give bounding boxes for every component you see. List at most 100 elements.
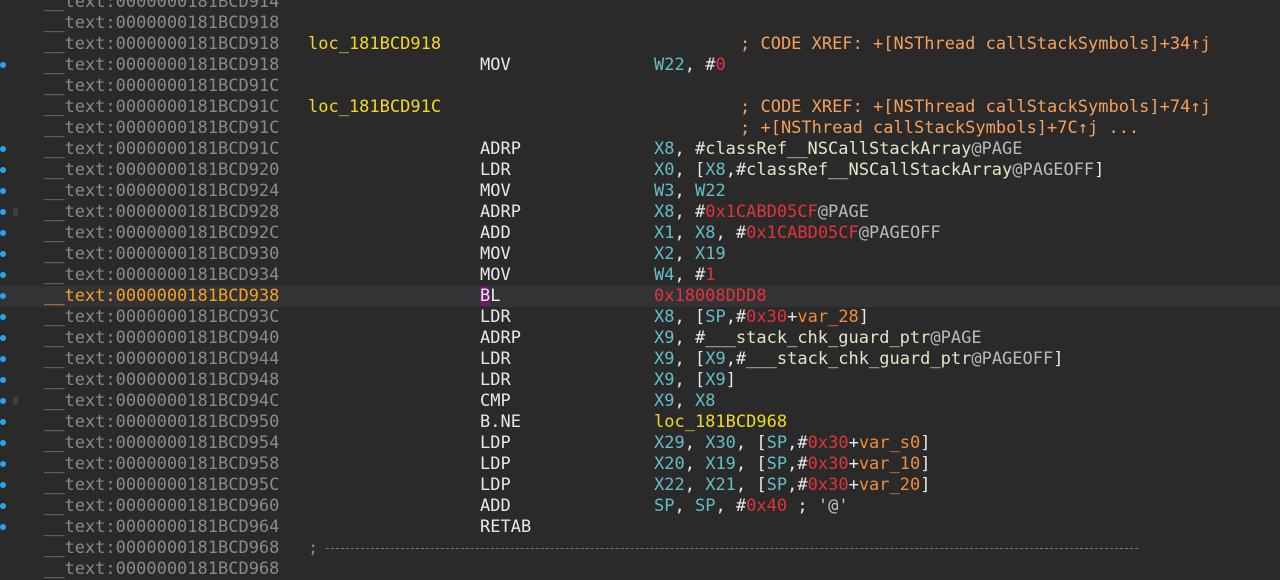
- line-address[interactable]: __text:0000000181BCD948: [44, 370, 279, 391]
- instruction-operands[interactable]: X9, #___stack_chk_guard_ptr@PAGE: [654, 328, 982, 349]
- instruction-mnemonic[interactable]: LDR: [480, 370, 511, 391]
- xref-comment[interactable]: ; CODE XREF: +[NSThread callStackSymbols…: [740, 34, 1211, 55]
- breakpoint-dot-icon[interactable]: [0, 230, 6, 236]
- instruction-operands[interactable]: 0x18008DDD8: [654, 286, 767, 307]
- instruction-operands[interactable]: X9, [X9,#___stack_chk_guard_ptr@PAGEOFF]: [654, 349, 1063, 370]
- line-address[interactable]: __text:0000000181BCD918: [44, 55, 279, 76]
- instruction-mnemonic[interactable]: ADRP: [480, 202, 521, 223]
- breakpoint-dot-icon[interactable]: [0, 146, 6, 152]
- breakpoint-dot-icon[interactable]: [0, 167, 6, 173]
- instruction-operands[interactable]: X9, X8: [654, 391, 715, 412]
- code-line[interactable]: __text:0000000181BCD920 LDR X0, [X8,#class…: [0, 160, 1280, 181]
- code-line[interactable]: __text:0000000181BCD91C: [0, 76, 1280, 97]
- code-line[interactable]: __text:0000000181BCD918: [0, 13, 1280, 34]
- code-line[interactable]: __text:0000000181BCD968: [0, 559, 1280, 580]
- instruction-mnemonic[interactable]: LDP: [480, 475, 511, 496]
- current-line[interactable]: __text:0000000181BCD938 BL 0x18008DDD8: [0, 286, 1280, 307]
- instruction-operands[interactable]: X22, X21, [SP,#0x30+var_20]: [654, 475, 930, 496]
- breakpoint-dot-icon[interactable]: [0, 377, 6, 383]
- instruction-mnemonic[interactable]: LDR: [480, 349, 511, 370]
- instruction-mnemonic[interactable]: MOV: [480, 55, 511, 76]
- line-address[interactable]: __text:0000000181BCD958: [44, 454, 279, 475]
- breakpoint-dot-icon[interactable]: [0, 503, 6, 509]
- breakpoint-dot-icon[interactable]: [0, 272, 6, 278]
- code-line[interactable]: __text:0000000181BCD964 RETAB: [0, 517, 1280, 538]
- line-address[interactable]: __text:0000000181BCD93C: [44, 307, 279, 328]
- line-address[interactable]: __text:0000000181BCD92C: [44, 223, 279, 244]
- code-line[interactable]: __text:0000000181BCD924 MOV W3, W22: [0, 181, 1280, 202]
- line-address[interactable]: __text:0000000181BCD91C: [44, 97, 279, 118]
- operand-token-call[interactable]: 0x18008DDD8: [654, 286, 767, 306]
- operand-token-sym[interactable]: ___stack_chk_guard_ptr: [746, 349, 971, 369]
- code-line[interactable]: __text:0000000181BCD948 LDR X9, [X9]: [0, 370, 1280, 391]
- code-label[interactable]: loc_181BCD918: [308, 34, 441, 55]
- line-address[interactable]: __text:0000000181BCD944: [44, 349, 279, 370]
- instruction-mnemonic[interactable]: BL: [480, 286, 501, 307]
- code-line[interactable]: __text:0000000181BCD934 MOV W4, #1: [0, 265, 1280, 286]
- breakpoint-dot-icon[interactable]: [0, 209, 6, 215]
- code-line[interactable]: __text:0000000181BCD960 ADD SP, SP, #0x40 …: [0, 496, 1280, 517]
- code-line[interactable]: __text:0000000181BCD918 loc_181BCD918 ; CO…: [0, 34, 1280, 55]
- line-address[interactable]: __text:0000000181BCD94C: [44, 391, 279, 412]
- instruction-operands[interactable]: X8, #classRef__NSCallStackArray@PAGE: [654, 139, 1023, 160]
- code-line[interactable]: __text:0000000181BCD91C loc_181BCD91C ; CO…: [0, 97, 1280, 118]
- line-address[interactable]: __text:0000000181BCD954: [44, 433, 279, 454]
- instruction-operands[interactable]: X29, X30, [SP,#0x30+var_s0]: [654, 433, 930, 454]
- operand-token-sym[interactable]: classRef__NSCallStackArray: [705, 139, 971, 159]
- instruction-mnemonic[interactable]: LDR: [480, 160, 511, 181]
- code-line[interactable]: __text:0000000181BCD940 ADRP X9, #___stack…: [0, 328, 1280, 349]
- operand-token-sym[interactable]: ___stack_chk_guard_ptr: [705, 328, 930, 348]
- breakpoint-dot-icon[interactable]: [0, 524, 6, 530]
- breakpoint-dot-icon[interactable]: [0, 314, 6, 320]
- code-line[interactable]: __text:0000000181BCD91C ADRP X8, #classRef…: [0, 139, 1280, 160]
- instruction-mnemonic[interactable]: MOV: [480, 244, 511, 265]
- breakpoint-dot-icon[interactable]: [0, 62, 6, 68]
- line-address[interactable]: __text:0000000181BCD968: [44, 538, 279, 559]
- code-line[interactable]: __text:0000000181BCD92C ADD X1, X8, #0x1CA…: [0, 223, 1280, 244]
- code-line[interactable]: __text:0000000181BCD958 LDP X20, X19, [SP,…: [0, 454, 1280, 475]
- line-address[interactable]: __text:0000000181BCD95C: [44, 475, 279, 496]
- breakpoint-dot-icon[interactable]: [0, 461, 6, 467]
- code-line[interactable]: __text:0000000181BCD928 ADRP X8, #0x1CABD0…: [0, 202, 1280, 223]
- breakpoint-dot-icon[interactable]: [0, 419, 6, 425]
- instruction-operands[interactable]: SP, SP, #0x40 ; '@': [654, 496, 849, 517]
- code-line[interactable]: __text:0000000181BCD918 MOV W22, #0: [0, 55, 1280, 76]
- line-address[interactable]: __text:0000000181BCD914: [44, 0, 279, 13]
- line-address[interactable]: __text:0000000181BCD918: [44, 34, 279, 55]
- line-address[interactable]: __text:0000000181BCD928: [44, 202, 279, 223]
- code-line[interactable]: __text:0000000181BCD91C ; +[NSThread call…: [0, 118, 1280, 139]
- code-line[interactable]: __text:0000000181BCD968;: [0, 538, 1280, 559]
- xref-comment[interactable]: ; +[NSThread callStackSymbols]+7C↑j ...: [740, 118, 1139, 139]
- line-address[interactable]: __text:0000000181BCD960: [44, 496, 279, 517]
- instruction-mnemonic[interactable]: MOV: [480, 265, 511, 286]
- instruction-operands[interactable]: X9, [X9]: [654, 370, 736, 391]
- breakpoint-dot-icon[interactable]: [0, 398, 6, 404]
- code-line[interactable]: __text:0000000181BCD95C LDP X22, X21, [SP,…: [0, 475, 1280, 496]
- instruction-mnemonic[interactable]: ADD: [480, 496, 511, 517]
- line-address[interactable]: __text:0000000181BCD968: [44, 559, 279, 580]
- line-address[interactable]: __text:0000000181BCD950: [44, 412, 279, 433]
- line-address[interactable]: __text:0000000181BCD920: [44, 160, 279, 181]
- instruction-operands[interactable]: X2, X19: [654, 244, 726, 265]
- instruction-operands[interactable]: W3, W22: [654, 181, 726, 202]
- code-line[interactable]: __text:0000000181BCD914: [0, 0, 1280, 13]
- instruction-mnemonic[interactable]: ADRP: [480, 139, 521, 160]
- instruction-mnemonic[interactable]: RETAB: [480, 517, 531, 538]
- line-address[interactable]: __text:0000000181BCD924: [44, 181, 279, 202]
- instruction-operands[interactable]: X0, [X8,#classRef__NSCallStackArray@PAGE…: [654, 160, 1104, 181]
- code-line[interactable]: __text:0000000181BCD93C LDR X8, [SP,#0x30+…: [0, 307, 1280, 328]
- instruction-mnemonic[interactable]: LDR: [480, 307, 511, 328]
- operand-token-loc[interactable]: loc_181BCD968: [654, 412, 787, 432]
- operand-token-sym[interactable]: classRef__NSCallStackArray: [746, 160, 1012, 180]
- code-line[interactable]: __text:0000000181BCD954 LDP X29, X30, [SP,…: [0, 433, 1280, 454]
- line-address[interactable]: __text:0000000181BCD938: [44, 286, 279, 307]
- instruction-operands[interactable]: W4, #1: [654, 265, 715, 286]
- instruction-mnemonic[interactable]: B.NE: [480, 412, 521, 433]
- instruction-operands[interactable]: X1, X8, #0x1CABD05CF@PAGEOFF: [654, 223, 941, 244]
- instruction-operands[interactable]: loc_181BCD968: [654, 412, 787, 433]
- breakpoint-dot-icon[interactable]: [0, 188, 6, 194]
- instruction-operands[interactable]: X20, X19, [SP,#0x30+var_10]: [654, 454, 930, 475]
- instruction-mnemonic[interactable]: LDP: [480, 454, 511, 475]
- breakpoint-dot-icon[interactable]: [0, 482, 6, 488]
- code-line[interactable]: __text:0000000181BCD944 LDR X9, [X9,#___st…: [0, 349, 1280, 370]
